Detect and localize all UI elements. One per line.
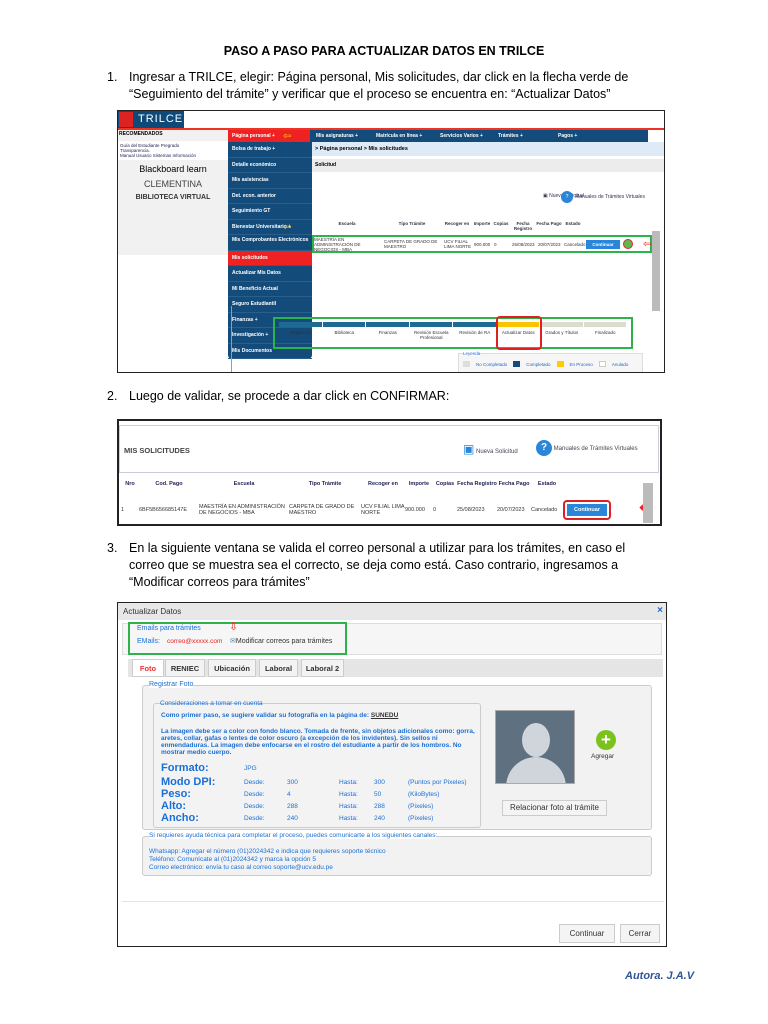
stage-0: Registrado [279, 322, 323, 340]
yellow-arrow-icon: ⇦ [283, 131, 292, 142]
menu-item[interactable]: Bolsa de trabajo + [228, 142, 312, 158]
table-row: MAESTRÍA EN ADMINISTRACIÓN DE NEGOCIOS -… [312, 235, 652, 253]
help-icon: ? [561, 191, 573, 203]
stage-bar [453, 322, 496, 327]
stage-label: Grados y Títulos [545, 330, 579, 335]
menu-item[interactable]: Det. econ. anterior [228, 189, 312, 204]
trilce-logo: TRILCE [118, 111, 184, 128]
stage-4: Revisión de RA [453, 322, 497, 340]
menu-item[interactable]: Mis asistencias [228, 173, 312, 189]
cerrar-button[interactable]: Cerrar [620, 924, 660, 943]
menu-item[interactable]: Seguro Estudiantil [228, 297, 312, 313]
seguimiento-arrow-icon[interactable] [623, 239, 633, 249]
new-request-icon: ▣ [463, 442, 475, 456]
menu-item-mis-solicitudes[interactable]: Mis solicitudes [228, 250, 312, 266]
menu-item[interactable]: Detalle económico [228, 158, 312, 173]
nav-pagina-personal[interactable]: Página personal + [228, 130, 310, 142]
stage-label: Registrado [289, 330, 312, 335]
blackboard-logo[interactable]: Blackboard learn [118, 164, 228, 174]
tab-reniec[interactable]: RENIEC [165, 659, 205, 677]
link-manual[interactable]: Manual Usuario Sistemas Información [120, 153, 226, 158]
stage-label: Revisión Escuela Profesional [413, 330, 449, 340]
stage-bar [366, 322, 409, 327]
emails-section: Emails para trámites EMails: correo@xxxx… [128, 621, 347, 655]
photo-placeholder [495, 710, 575, 784]
dialog-title: Actualizar Datos [118, 603, 666, 620]
manuales-link[interactable]: ? Manuales de Trámites Virtuales [536, 440, 638, 456]
step-text: Ingresar a TRILCE, elegir: Página person… [129, 70, 629, 101]
nav-servicios[interactable]: Servicios Varios + [440, 133, 483, 139]
logo-icon [119, 112, 133, 127]
solicitudes-table: Nro Cod. Pago Escuela Tipo Trámite Recoger e… [121, 481, 643, 521]
stage-bar [409, 322, 452, 327]
tab-ubicacion[interactable]: Ubicación [208, 659, 256, 677]
continuar-button[interactable]: Continuar [567, 504, 607, 516]
ayuda-section: Si requieres ayuda técnica para completa… [142, 832, 652, 876]
document-title: PASO A PASO PARA ACTUALIZAR DATOS EN TRI… [223, 44, 545, 58]
nav-matricula[interactable]: Matrícula en línea + [376, 133, 422, 139]
nueva-solicitud-link[interactable]: ▣ Nueva Solicitud [463, 442, 518, 456]
nav-asignaturas[interactable]: Mis asignaturas + [316, 133, 358, 139]
tab-laboral-2[interactable]: Laboral 2 [301, 659, 344, 677]
relacionar-foto-button[interactable]: Relacionar foto al trámite [502, 800, 607, 816]
add-photo-icon[interactable]: + [596, 730, 616, 750]
nav-tramites[interactable]: Trámites + [498, 133, 523, 139]
scrollbar[interactable] [652, 231, 660, 311]
legend: Leyenda No Completado Completado En Proc… [458, 351, 643, 372]
down-arrow-icon: ⇩ [229, 621, 239, 633]
registrar-foto-section: Registrar Foto Consideraciones a tomar e… [142, 681, 652, 830]
stage-label: Finalizado [594, 330, 616, 335]
stage-1: Biblioteca [322, 322, 367, 340]
pointer-arrow-icon: ⇦ [643, 239, 652, 250]
menu-item[interactable]: Bienestar Universitario + [228, 220, 312, 235]
menu-item[interactable]: Mis Comprobantes Electrónicos [228, 235, 312, 251]
sunedu-link[interactable]: SUNEDU [371, 712, 398, 719]
stage-label: Finanzas [378, 330, 397, 335]
scrollbar[interactable] [643, 483, 653, 523]
modificar-correos-link[interactable]: ✉Modificar correos para trámites [230, 637, 332, 645]
stage-label: Biblioteca [334, 330, 354, 335]
close-icon[interactable]: × [657, 605, 663, 616]
stage-bar [583, 322, 626, 327]
menu-item[interactable]: Actualizar Mis Datos [228, 266, 312, 282]
stage-label: Revisión de RA [459, 330, 491, 335]
step-text: Luego de validar, se procede a dar click… [129, 389, 450, 403]
tab-bar: Foto RENIEC Ubicación Laboral Laboral 2 [128, 659, 663, 677]
stage-7: Finalizado [583, 322, 628, 340]
stage-2: Finanzas [366, 322, 410, 340]
biblioteca-logo[interactable]: BIBLIOTECA VIRTUAL [118, 194, 228, 201]
solicitudes-table: Escuela Tipo Trámite Recoger en Importe Copi… [312, 221, 652, 253]
recomendados-panel: RECOMENDADOS Guía del Estudiante Pregrad… [118, 130, 228, 255]
agregar-label[interactable]: Agregar [591, 753, 614, 760]
step-text: En la siguiente ventana se valida el cor… [129, 541, 626, 589]
mis-solicitudes-screenshot: MIS SOLICITUDES ▣ Nueva Solicitud ? Manu… [117, 419, 662, 526]
help-icon: ? [536, 440, 552, 456]
progress-tracker: Registrado Biblioteca Finanzas Revisión Esc… [273, 317, 633, 349]
menu-item[interactable]: Seguimiento GT [228, 204, 312, 220]
email-value: correo@xxxxx.com [167, 638, 223, 645]
clementina-logo[interactable]: CLEMENTINA [118, 179, 228, 189]
continuar-button[interactable]: Continuar [586, 239, 620, 249]
author: Autora. J.A.V [625, 970, 695, 982]
stage-bar [322, 322, 365, 327]
actualizar-datos-dialog: Actualizar Datos × Emails para trámites … [117, 602, 667, 947]
stage-3: Revisión Escuela Profesional [409, 322, 454, 340]
trilce-screenshot: TRILCE RECOMENDADOS Guía del Estudiante … [117, 110, 665, 373]
yellow-arrow-icon: ⇦ [283, 222, 292, 233]
manuales-link[interactable]: ? Manuales de Trámites Virtuales [561, 191, 645, 203]
menu-item[interactable]: Mi Beneficio Actual [228, 282, 312, 297]
section-title: MIS SOLICITUDES [124, 446, 190, 455]
stage-6: Grados y Títulos [540, 322, 584, 340]
tab-solicitud[interactable]: Solicitud [312, 159, 664, 172]
step-number: 1. [107, 70, 118, 84]
stage-bar [540, 322, 583, 327]
tab-foto[interactable]: Foto [132, 659, 164, 677]
continuar-button[interactable]: Continuar [559, 924, 615, 943]
breadcrumb: > Página personal > Mis solicitudes [312, 142, 664, 156]
table-row: 1 6BF5B656685147E MAESTRÍA EN ADMINISTRACI… [121, 499, 643, 521]
stage-bar [279, 322, 322, 327]
tab-laboral[interactable]: Laboral [259, 659, 298, 677]
nav-pagos[interactable]: Pagos + [558, 133, 577, 139]
